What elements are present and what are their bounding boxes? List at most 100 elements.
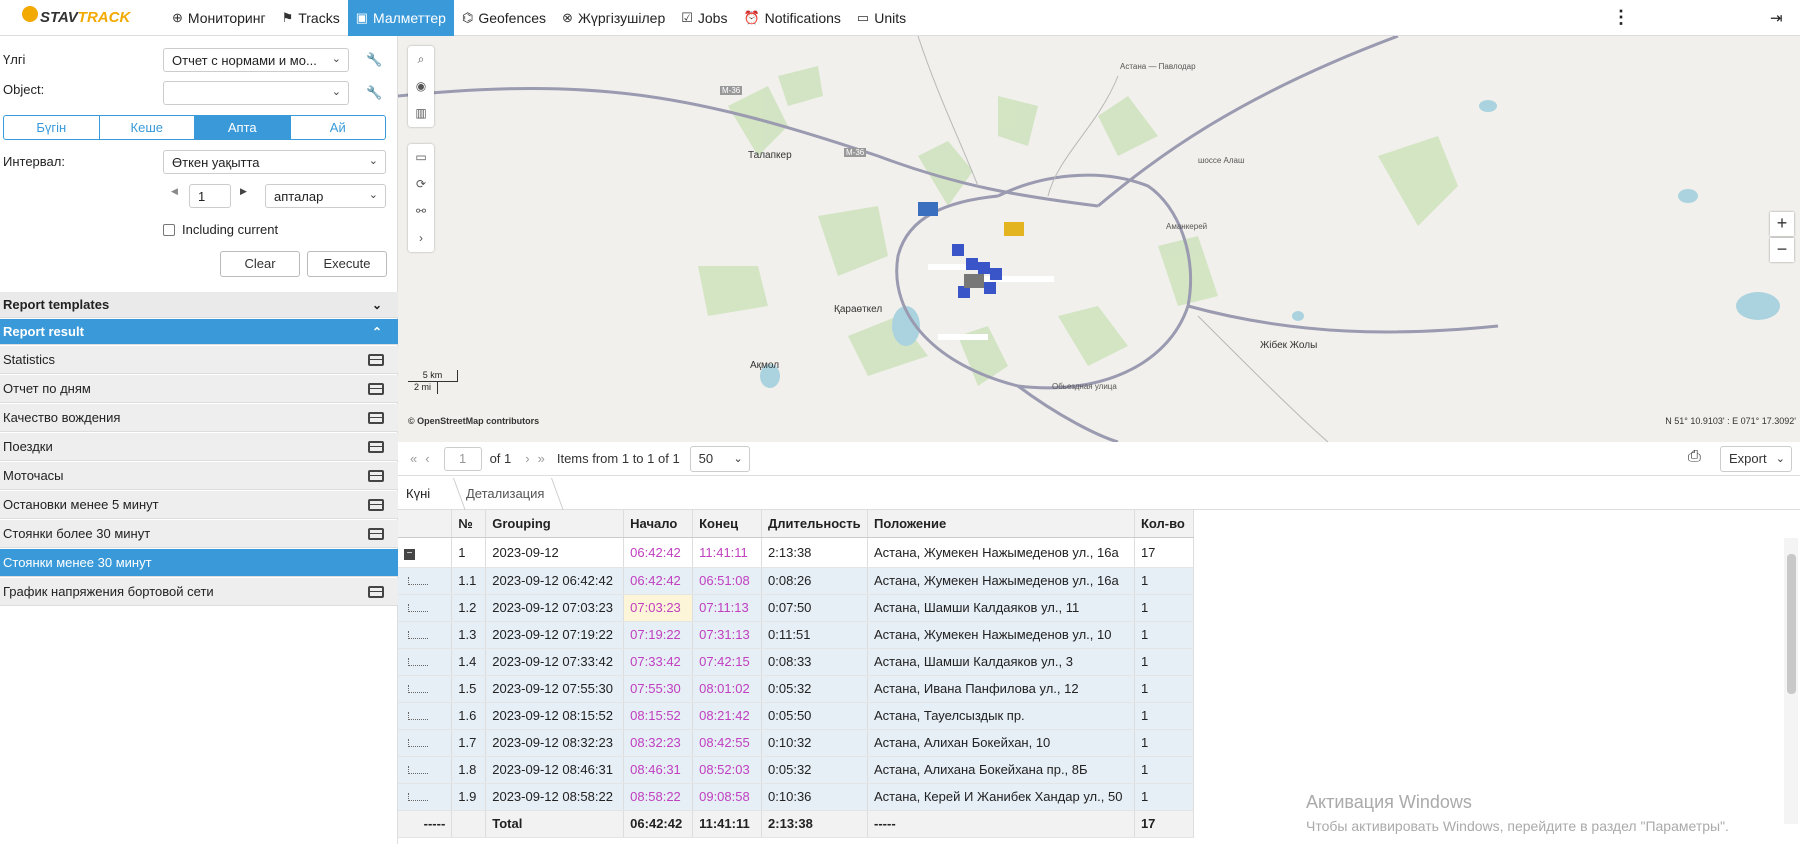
result-item-daily[interactable]: Отчет по дням xyxy=(0,375,398,403)
result-item-driving-quality[interactable]: Качество вождения xyxy=(0,404,398,432)
cell-start[interactable]: 08:32:23 xyxy=(623,729,694,757)
cell-start[interactable]: 06:42:42 xyxy=(623,567,694,595)
map-attribution[interactable]: © OpenStreetMap contributors xyxy=(408,416,539,426)
result-item-parking-under-30[interactable]: Стоянки менее 30 минут xyxy=(0,549,398,577)
map-layers-icon[interactable]: ▥ xyxy=(408,100,434,127)
cell-start[interactable]: 08:15:52 xyxy=(623,702,694,730)
report-result-header[interactable]: Report result ⌃ xyxy=(0,319,398,345)
table-icon[interactable] xyxy=(368,412,384,424)
zoom-in-icon[interactable]: + xyxy=(1770,212,1794,236)
object-select[interactable]: ⌄ xyxy=(163,81,349,105)
map-search-icon[interactable]: ⌕ xyxy=(408,46,434,73)
tab-detail[interactable]: Детализация xyxy=(466,486,544,501)
nav-drivers[interactable]: ⊗ Жүргізушілер xyxy=(554,0,673,36)
map-view[interactable]: Талапкер Қараөткел Ақмол Жібек Жолы M-36… xyxy=(398,36,1800,442)
interval-select[interactable]: Өткен уақытта ⌄ xyxy=(163,150,386,174)
nav-notifications[interactable]: ⏰ Notifications xyxy=(735,0,848,36)
table-icon[interactable] xyxy=(368,383,384,395)
tab-day[interactable]: Күні xyxy=(406,486,430,501)
table-icon[interactable] xyxy=(368,586,384,598)
cell-start[interactable]: 07:33:42 xyxy=(623,648,694,676)
export-button[interactable]: Export ⌄ xyxy=(1720,446,1792,472)
cell-start[interactable]: 06:42:42 xyxy=(623,537,694,568)
cell-end[interactable]: 08:01:02 xyxy=(692,675,763,703)
table-row[interactable]: 1.1 2023-09-12 06:42:42 06:42:42 06:51:08 0:… xyxy=(398,567,1195,595)
page-size-select[interactable]: 50 ⌄ xyxy=(689,445,750,472)
header-count[interactable]: Кол-во xyxy=(1134,510,1195,538)
table-row[interactable]: 1.8 2023-09-12 08:46:31 08:46:31 08:52:03 0:… xyxy=(398,756,1195,784)
header-duration[interactable]: Длительность xyxy=(761,510,869,538)
cell-end[interactable]: 08:52:03 xyxy=(692,756,763,784)
map-expand-icon[interactable]: › xyxy=(408,225,434,252)
execute-button[interactable]: Execute xyxy=(307,251,387,277)
table-icon[interactable] xyxy=(368,528,384,540)
nav-monitoring[interactable]: ⊕ Мониторинг xyxy=(164,0,274,36)
map-route-icon[interactable]: ⟳ xyxy=(408,171,434,198)
cell-start[interactable]: 08:46:31 xyxy=(623,756,694,784)
result-item-stops-under-5[interactable]: Остановки менее 5 минут xyxy=(0,491,398,519)
period-month[interactable]: Ай xyxy=(291,116,386,139)
table-row[interactable]: 1.6 2023-09-12 08:15:52 08:15:52 08:21:42 0:… xyxy=(398,702,1195,730)
period-today[interactable]: Бүгін xyxy=(4,116,100,139)
header-num[interactable]: № xyxy=(451,510,487,538)
header-grouping[interactable]: Grouping xyxy=(485,510,625,538)
table-scrollbar[interactable] xyxy=(1784,538,1798,824)
nav-tracks[interactable]: ⚑ Tracks xyxy=(274,0,348,36)
last-page-icon[interactable]: » xyxy=(538,451,545,466)
table-row[interactable]: 1.7 2023-09-12 08:32:23 08:32:23 08:42:55 0:… xyxy=(398,729,1195,757)
scrollbar-thumb[interactable] xyxy=(1787,554,1796,694)
template-select[interactable]: Отчет с нормами и мо... ⌄ xyxy=(163,48,349,72)
cell-end[interactable]: 09:08:58 xyxy=(692,783,763,811)
nav-jobs[interactable]: ☑ Jobs xyxy=(673,0,735,36)
including-current-checkbox[interactable] xyxy=(163,224,175,236)
collapse-icon[interactable]: − xyxy=(404,549,415,560)
interval-unit-select[interactable]: апталар ⌄ xyxy=(265,184,386,208)
table-icon[interactable] xyxy=(368,499,384,511)
table-icon[interactable] xyxy=(368,441,384,453)
cell-end[interactable]: 07:42:15 xyxy=(692,648,763,676)
app-logo[interactable]: STAV TRACK xyxy=(0,0,160,36)
table-icon[interactable] xyxy=(368,470,384,482)
map-visibility-icon[interactable]: ◉ xyxy=(408,73,434,100)
first-page-icon[interactable]: « xyxy=(410,451,417,466)
object-settings-wrench-icon[interactable]: 🔧 xyxy=(366,85,382,101)
cell-start[interactable]: 07:19:22 xyxy=(623,621,694,649)
result-item-statistics[interactable]: Statistics xyxy=(0,346,398,374)
template-settings-wrench-icon[interactable]: 🔧 xyxy=(366,52,382,68)
interval-count-input[interactable]: 1 xyxy=(189,184,231,208)
decrement-icon[interactable]: ◀ xyxy=(171,186,178,197)
table-row[interactable]: 1.5 2023-09-12 07:55:30 07:55:30 08:01:02 0:… xyxy=(398,675,1195,703)
cell-end[interactable]: 07:31:13 xyxy=(692,621,763,649)
result-item-parking-over-30[interactable]: Стоянки более 30 минут xyxy=(0,520,398,548)
page-input[interactable]: 1 xyxy=(443,446,482,471)
increment-icon[interactable]: ▶ xyxy=(240,186,247,197)
result-item-engine-hours[interactable]: Моточасы xyxy=(0,462,398,490)
period-week[interactable]: Апта xyxy=(195,116,291,139)
map-ruler-icon[interactable]: ▭ xyxy=(408,144,434,171)
cell-end[interactable]: 08:21:42 xyxy=(692,702,763,730)
nav-reports[interactable]: ▣ Малметтер xyxy=(347,0,454,36)
next-page-icon[interactable]: › xyxy=(525,451,529,466)
print-icon[interactable]: ⎙ xyxy=(1688,448,1701,466)
cell-start[interactable]: 07:03:23 xyxy=(623,594,694,622)
map-track-icon[interactable]: ⚯ xyxy=(408,198,434,225)
cell-end[interactable]: 06:51:08 xyxy=(692,567,763,595)
table-row[interactable]: 1.9 2023-09-12 08:58:22 08:58:22 09:08:58 0:… xyxy=(398,783,1195,811)
more-menu-icon[interactable]: ⋮ xyxy=(1612,8,1630,26)
header-start[interactable]: Начало xyxy=(623,510,694,538)
period-yesterday[interactable]: Кеше xyxy=(100,116,195,139)
group-row[interactable]: − 1 2023-09-12 06:42:42 11:41:11 2:13:38… xyxy=(398,537,1195,568)
table-row[interactable]: 1.4 2023-09-12 07:33:42 07:33:42 07:42:15 0:… xyxy=(398,648,1195,676)
cell-end[interactable]: 07:11:13 xyxy=(692,594,763,622)
prev-page-icon[interactable]: ‹ xyxy=(425,451,429,466)
cell-start[interactable]: 07:55:30 xyxy=(623,675,694,703)
nav-units[interactable]: ▭ Units xyxy=(849,0,914,36)
cell-end[interactable]: 08:42:55 xyxy=(692,729,763,757)
result-item-voltage-chart[interactable]: График напряжения бортовой сети xyxy=(0,578,398,606)
clear-button[interactable]: Clear xyxy=(220,251,300,277)
nav-geofences[interactable]: ⌬ Geofences xyxy=(454,0,554,36)
table-icon[interactable] xyxy=(368,354,384,366)
cell-start[interactable]: 08:58:22 xyxy=(623,783,694,811)
table-row[interactable]: 1.2 2023-09-12 07:03:23 07:03:23 07:11:13 0:… xyxy=(398,594,1195,622)
report-templates-header[interactable]: Report templates ⌄ xyxy=(0,292,398,318)
